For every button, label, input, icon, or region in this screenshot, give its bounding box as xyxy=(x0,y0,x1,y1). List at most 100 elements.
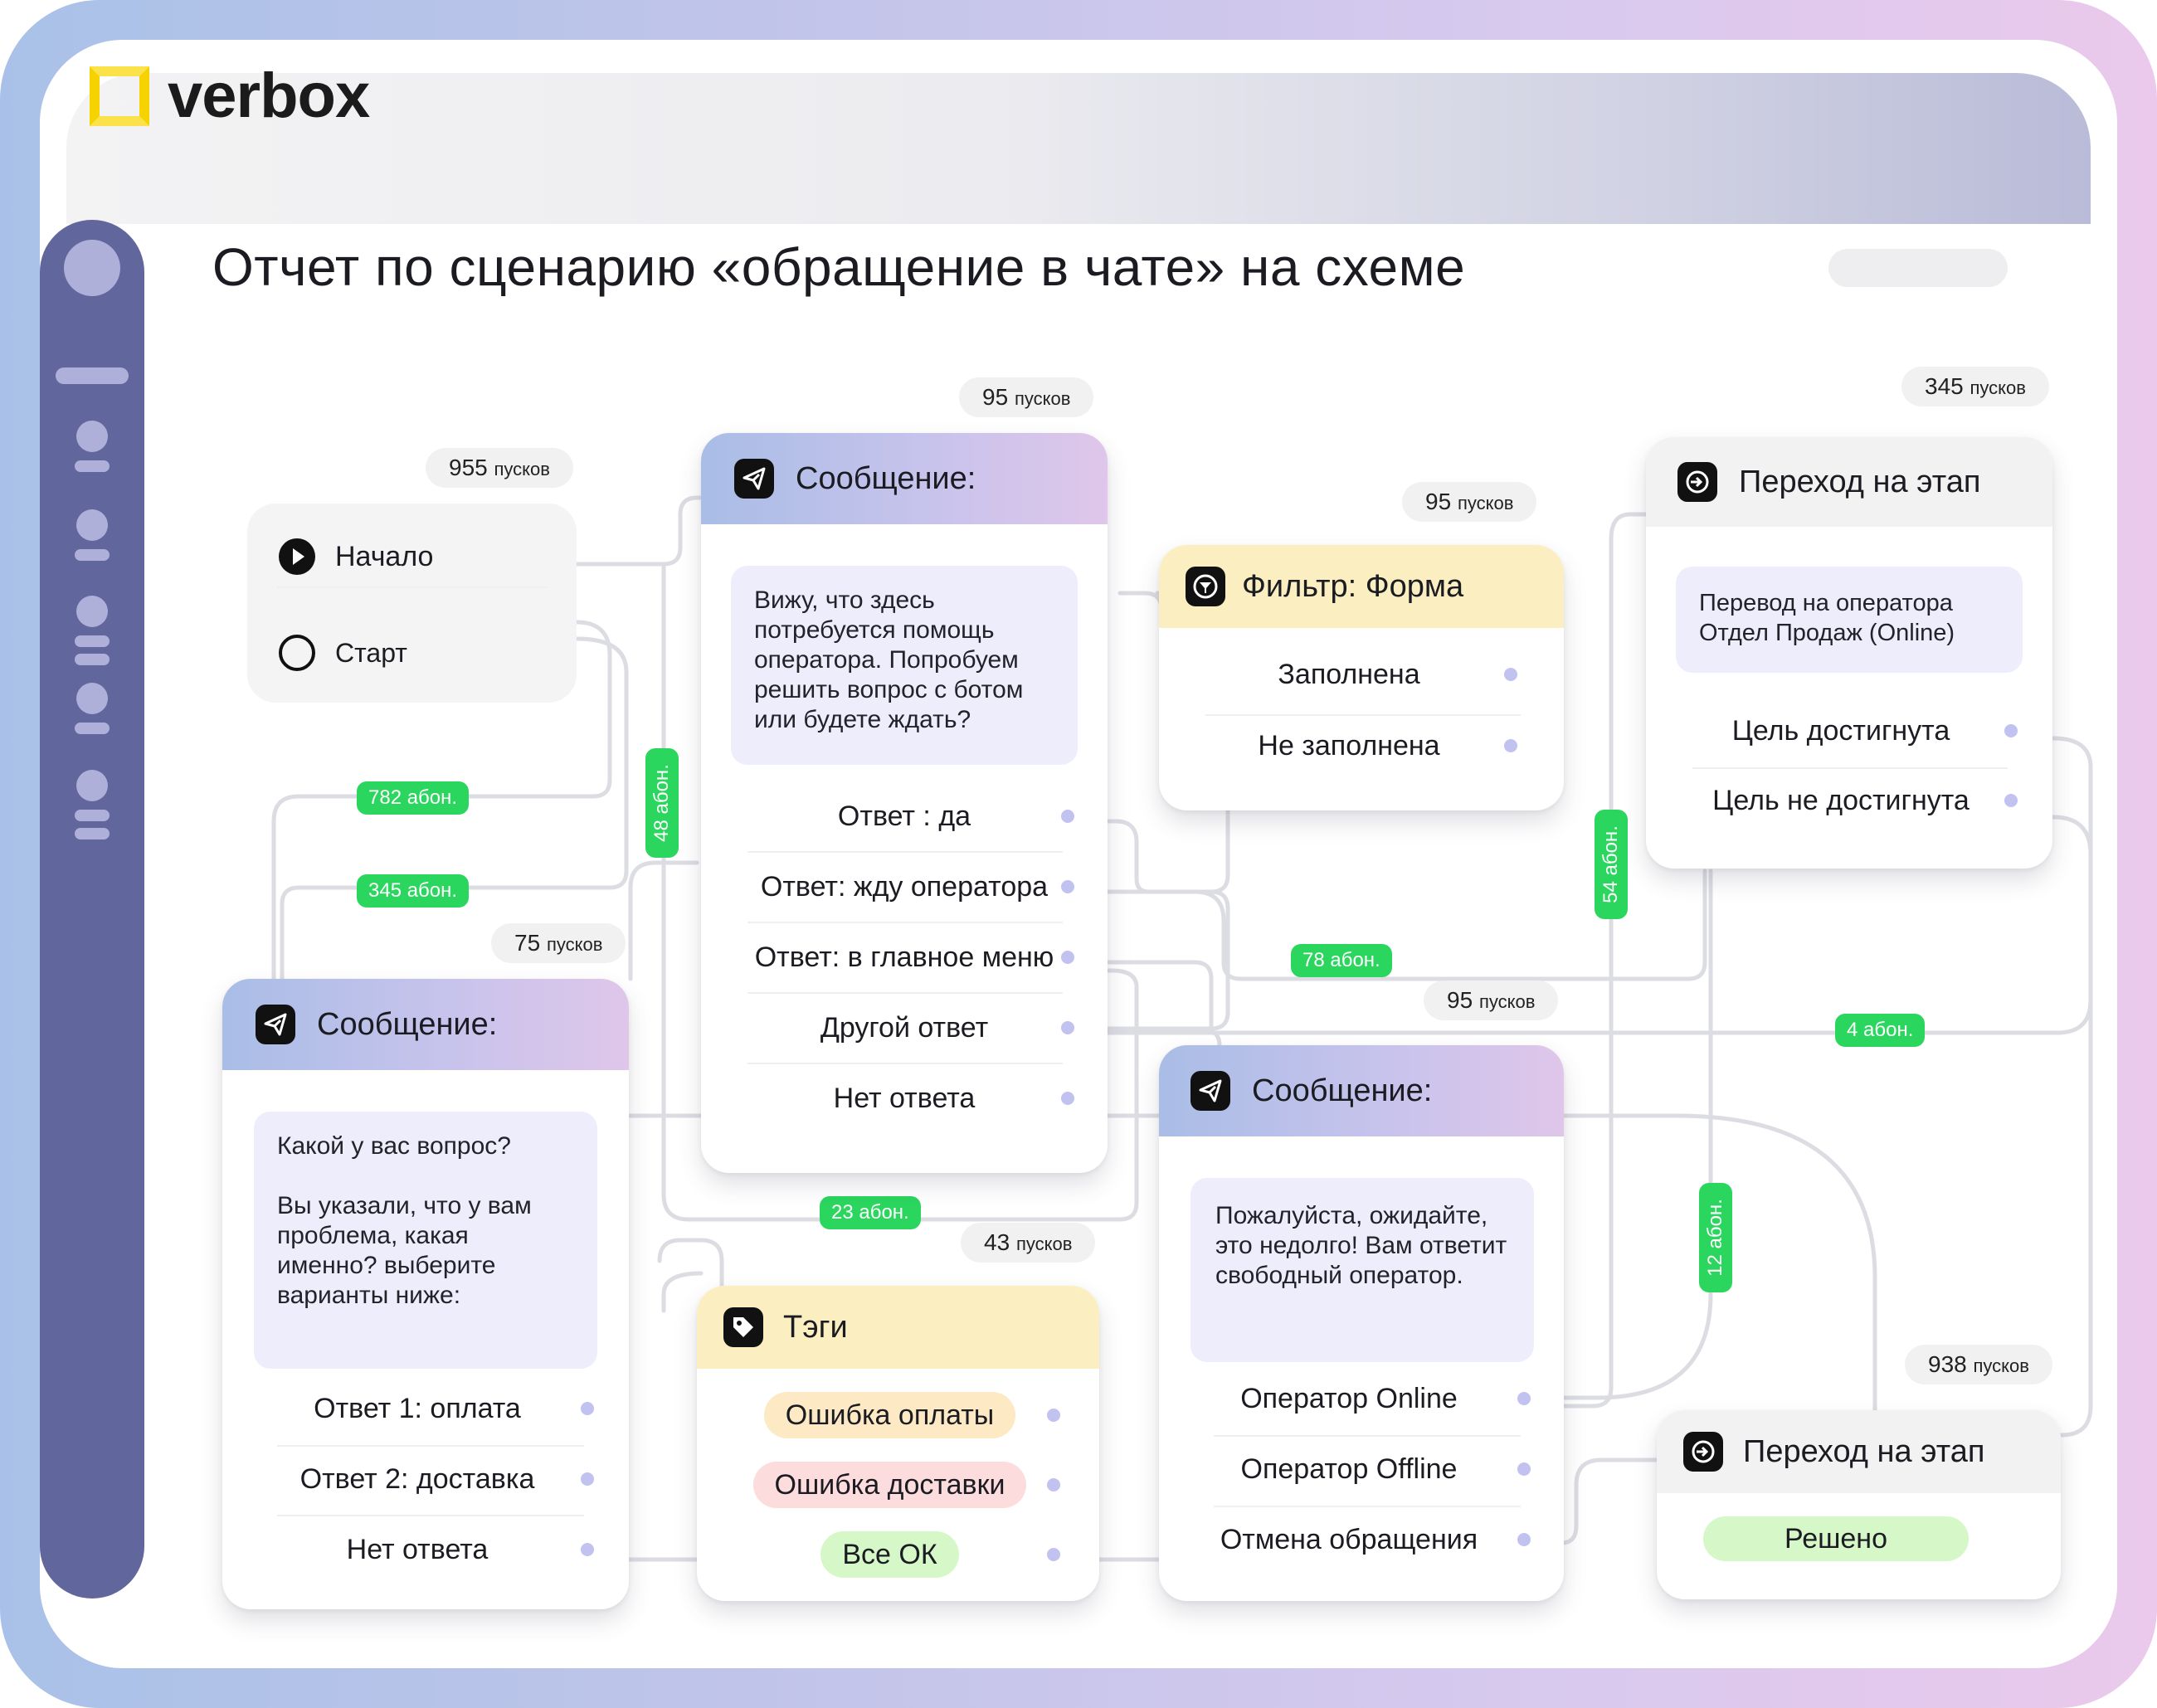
tag-icon xyxy=(723,1307,763,1347)
connector xyxy=(1559,869,1713,1400)
launch-count: 75 пусков xyxy=(491,923,626,963)
tags-header[interactable]: Тэги xyxy=(697,1286,1099,1369)
launch-count: 345 пусков xyxy=(1901,367,2049,406)
launch-count: 95 пусков xyxy=(1402,482,1537,522)
connector-port[interactable] xyxy=(1061,1092,1074,1105)
answer-option[interactable]: Нет ответа xyxy=(701,1063,1108,1133)
answer-option[interactable]: Ответ 1: оплата xyxy=(222,1374,629,1443)
connector-port[interactable] xyxy=(1504,668,1517,681)
connector-port[interactable] xyxy=(1047,1409,1060,1422)
stage-title: Переход на этап xyxy=(1743,1433,1985,1469)
launch-count: 938 пусков xyxy=(1905,1345,2052,1384)
connector-port[interactable] xyxy=(2004,724,2018,737)
answer-option[interactable]: Другой ответ xyxy=(701,993,1108,1063)
tag-item[interactable]: Ошибка оплаты xyxy=(697,1380,1099,1450)
tag-label: Ошибка оплаты xyxy=(763,1392,1016,1438)
operator-option[interactable]: Отмена обращения xyxy=(1159,1505,1564,1574)
filter-node[interactable]: Фильтр: Форма Заполнена Не заполнена xyxy=(1159,545,1564,810)
message-bubble: Вижу, что здесь потребуется помощь опера… xyxy=(731,566,1078,765)
send-icon xyxy=(1190,1071,1230,1111)
operator-option[interactable]: Оператор Offline xyxy=(1159,1434,1564,1504)
tag-label: Все ОК xyxy=(820,1531,959,1578)
answer-option[interactable]: Ответ: в главное меню xyxy=(701,922,1108,992)
subscriber-count: 54 абон. xyxy=(1595,810,1628,919)
message-node[interactable]: Сообщение: Пожалуйста, ожидайте, это нед… xyxy=(1159,1045,1564,1601)
connector-port[interactable] xyxy=(581,1543,594,1556)
connector-port[interactable] xyxy=(1517,1462,1531,1476)
connector xyxy=(1559,1457,1662,1545)
connector-port[interactable] xyxy=(1517,1533,1531,1546)
message-node[interactable]: Сообщение: Вижу, что здесь потребуется п… xyxy=(701,433,1108,1173)
start-row-begin[interactable]: Начало xyxy=(277,522,433,591)
answer-option[interactable]: Нет ответа xyxy=(222,1515,629,1584)
connector-port[interactable] xyxy=(1061,810,1074,823)
answer-option[interactable]: Ответ: жду оператора xyxy=(701,852,1108,922)
stage-bubble: Перевод на оператора Отдел Продаж (Onlin… xyxy=(1676,567,2023,673)
stage-title: Переход на этап xyxy=(1739,464,1981,499)
connector xyxy=(1105,819,1214,894)
subscriber-count: 12 абон. xyxy=(1699,1183,1732,1292)
stage-header[interactable]: Переход на этап xyxy=(1657,1410,2061,1493)
connector-port[interactable] xyxy=(1504,739,1517,752)
connector-port[interactable] xyxy=(581,1472,594,1486)
message-bubble: Пожалуйста, ожидайте, это недолго! Вам о… xyxy=(1190,1178,1534,1362)
send-icon xyxy=(256,1005,295,1044)
answer-option[interactable]: Ответ 2: доставка xyxy=(222,1444,629,1514)
launch-count: 955 пусков xyxy=(426,448,573,488)
connector-port[interactable] xyxy=(1061,951,1074,964)
connector xyxy=(2051,815,2093,1438)
circle-icon xyxy=(279,635,315,671)
stage-node[interactable]: Переход на этап Перевод на оператора Отд… xyxy=(1646,437,2052,869)
operator-option[interactable]: Оператор Online xyxy=(1159,1364,1564,1433)
message-title: Сообщение: xyxy=(1252,1073,1433,1108)
start-row-trigger[interactable]: Старт xyxy=(277,618,407,688)
stage-transition-icon xyxy=(1677,462,1717,502)
status-badge[interactable]: Решено xyxy=(1703,1516,1969,1561)
message-node[interactable]: Сообщение: Какой у вас вопрос? Вы указал… xyxy=(222,979,629,1609)
filter-icon xyxy=(1186,567,1225,606)
start-node[interactable]: Начало Старт xyxy=(247,504,577,703)
connector-port[interactable] xyxy=(581,1402,594,1415)
message-header[interactable]: Сообщение: xyxy=(222,979,629,1070)
answer-option[interactable]: Ответ : да xyxy=(701,781,1108,851)
stage-transition-icon xyxy=(1683,1432,1723,1472)
subscriber-count: 4 абон. xyxy=(1835,1014,1926,1047)
connector-port[interactable] xyxy=(1061,880,1074,893)
tag-label: Ошибка доставки xyxy=(752,1462,1027,1508)
connector xyxy=(574,495,704,567)
message-title: Сообщение: xyxy=(796,460,976,496)
message-bubble: Какой у вас вопрос? Вы указали, что у ва… xyxy=(254,1112,597,1369)
connector xyxy=(661,1271,704,1313)
send-icon xyxy=(734,459,774,499)
connector-port[interactable] xyxy=(1047,1478,1060,1491)
launch-count: 95 пусков xyxy=(1424,981,1559,1020)
connector xyxy=(1557,512,1649,1409)
connector-port[interactable] xyxy=(1047,1548,1060,1561)
tag-item[interactable]: Все ОК xyxy=(697,1520,1099,1589)
subscriber-count: 782 абон. xyxy=(357,781,470,815)
launch-count: 95 пусков xyxy=(959,377,1094,417)
connector-port[interactable] xyxy=(1061,1021,1074,1034)
divider xyxy=(277,586,547,588)
connector-port[interactable] xyxy=(1517,1392,1531,1405)
stage-option[interactable]: Цель не достигнута xyxy=(1646,766,2052,835)
subscriber-count: 78 абон. xyxy=(1291,944,1392,977)
filter-option[interactable]: Заполнена xyxy=(1159,640,1564,709)
tags-title: Тэги xyxy=(783,1309,848,1345)
stage-option[interactable]: Цель достигнута xyxy=(1646,696,2052,766)
subscriber-count: 23 абон. xyxy=(820,1196,921,1229)
stage-node[interactable]: Переход на этап Решено xyxy=(1657,1410,2061,1599)
subscriber-count: 345 абон. xyxy=(357,874,470,908)
message-title: Сообщение: xyxy=(317,1006,498,1042)
filter-option[interactable]: Не заполнена xyxy=(1159,711,1564,781)
filter-header[interactable]: Фильтр: Форма xyxy=(1159,545,1564,628)
start-row-label: Старт xyxy=(335,637,407,668)
play-icon xyxy=(279,538,315,575)
connector xyxy=(1117,591,1164,612)
stage-header[interactable]: Переход на этап xyxy=(1646,437,2052,527)
tag-item[interactable]: Ошибка доставки xyxy=(697,1450,1099,1520)
connector-port[interactable] xyxy=(2004,794,2018,807)
tags-node[interactable]: Тэги Ошибка оплаты Ошибка доставки Все О… xyxy=(697,1286,1099,1601)
message-header[interactable]: Сообщение: xyxy=(1159,1045,1564,1136)
message-header[interactable]: Сообщение: xyxy=(701,433,1108,524)
